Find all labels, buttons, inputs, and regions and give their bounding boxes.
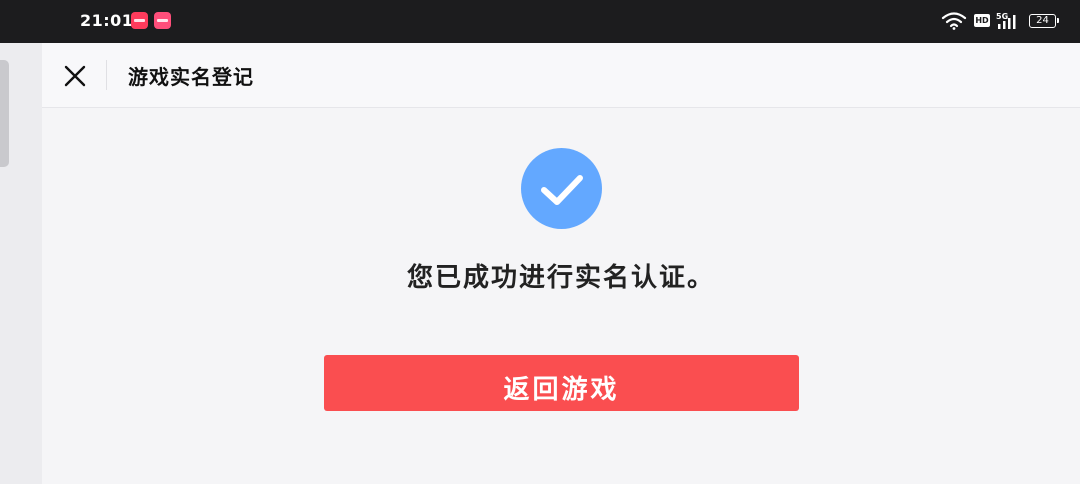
hd-icon: HD <box>974 14 990 27</box>
checkmark-icon <box>540 174 583 205</box>
left-side-rail <box>0 43 42 484</box>
svg-text:5G: 5G <box>996 12 1008 21</box>
return-to-game-button[interactable]: 返回游戏 <box>324 355 799 411</box>
panel-header: 游戏实名登记 <box>42 43 1080 108</box>
status-bar: 21:01 HD 5G 24 <box>0 0 1080 43</box>
close-button[interactable] <box>58 59 92 93</box>
app-notification-icon <box>154 12 171 29</box>
success-status <box>521 148 602 229</box>
wifi-icon <box>941 12 967 30</box>
realname-panel: 游戏实名登记 您已成功进行实名认证。 返回游戏 <box>42 43 1080 484</box>
signal-5g-icon: 5G <box>996 12 1016 29</box>
status-time: 21:01 <box>80 11 134 30</box>
close-icon <box>64 65 86 87</box>
page-title: 游戏实名登记 <box>128 65 254 89</box>
battery-icon: 24 <box>1029 14 1059 28</box>
app-notification-icon <box>131 12 148 29</box>
success-message: 您已成功进行实名认证。 <box>406 263 715 293</box>
header-divider <box>106 60 107 90</box>
side-drag-handle[interactable] <box>0 60 9 167</box>
